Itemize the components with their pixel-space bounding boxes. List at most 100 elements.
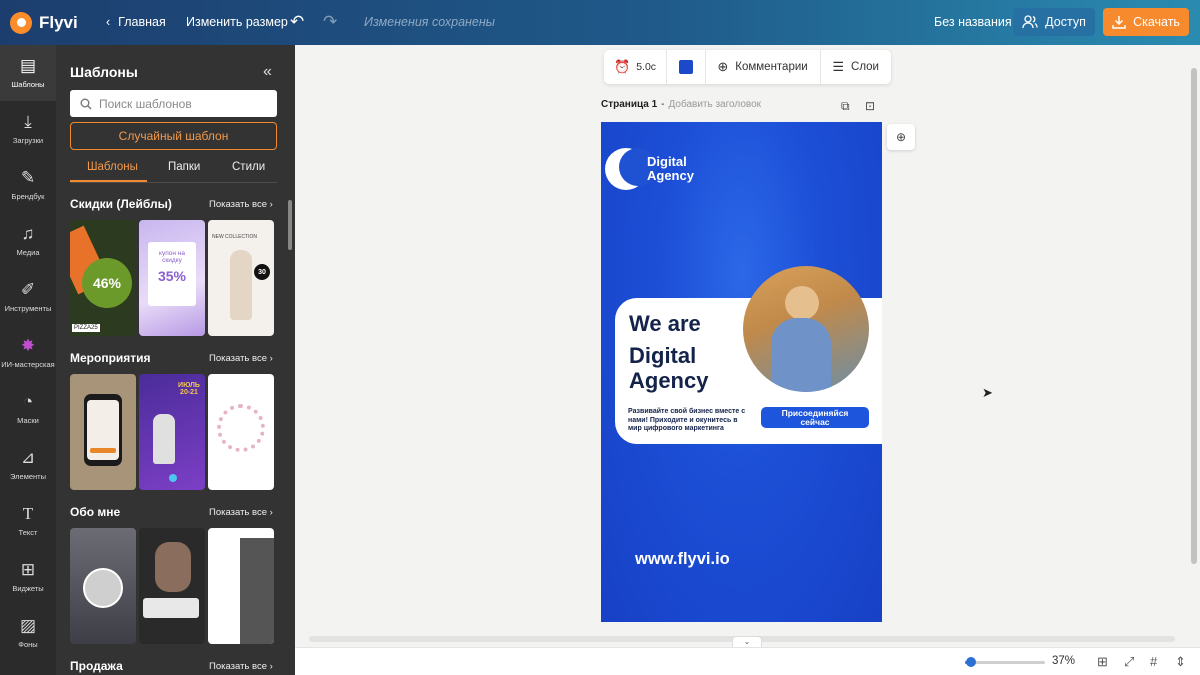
tab-folders[interactable]: Папки (168, 161, 200, 173)
rail-item-brandbook[interactable]: ✎ Брендбук (0, 157, 56, 213)
thumb-subtitle: купон на скидку (159, 250, 185, 264)
panel-scrollbar[interactable] (288, 200, 292, 250)
duplicate-page-icon[interactable]: ⧉ (841, 99, 850, 114)
app-logo[interactable]: Flyvi (10, 11, 78, 34)
headline-line3: Agency (629, 368, 709, 393)
body-text: Развивайте свой бизнес вместе с нами! Пр… (628, 408, 746, 432)
collapse-panel-icon[interactable]: « (263, 63, 272, 81)
undo-icon[interactable]: ↶ (290, 12, 304, 32)
template-thumb[interactable] (139, 528, 205, 644)
chevron-left-icon: ‹ (106, 15, 111, 29)
layers-label: Слои (851, 61, 879, 73)
template-thumb[interactable]: ИЮЛЬ 20-21 (139, 374, 205, 490)
rail-item-templates[interactable]: ▤ Шаблоны (0, 45, 56, 101)
template-thumb[interactable]: 46% PIZZA25 (70, 220, 136, 336)
color-swatch[interactable] (667, 60, 705, 74)
rail-label: Брендбук (11, 192, 45, 201)
rail-item-backgrounds[interactable]: ▨ Фоны (0, 605, 56, 661)
photo-head (785, 286, 819, 320)
show-all-sale[interactable]: Показать все › (209, 661, 273, 672)
home-link[interactable]: ‹ Главная (106, 15, 166, 29)
tab-templates[interactable]: Шаблоны (87, 161, 138, 173)
template-thumb[interactable] (70, 374, 136, 490)
show-all-discounts[interactable]: Показать все › (209, 199, 273, 210)
template-thumb[interactable] (70, 528, 136, 644)
show-all-about[interactable]: Показать все › (209, 507, 273, 518)
scroll-thumb[interactable] (1191, 68, 1197, 564)
random-template-button[interactable]: Случайный шаблон (70, 122, 277, 150)
chevron-right-icon: › (269, 199, 273, 210)
widgets-icon: ⊞ (20, 560, 36, 579)
rail-item-elements[interactable]: ⊿ Элементы (0, 437, 56, 493)
elements-icon: ⊿ (20, 448, 36, 467)
add-comment-button[interactable]: ⊕ (887, 124, 915, 150)
chevron-down-icon[interactable]: ⌄ (732, 636, 762, 647)
templates-icon: ▤ (19, 56, 37, 75)
chevron-right-icon: › (269, 353, 273, 364)
active-tab-indicator (70, 180, 147, 182)
document-name[interactable]: Без названия (934, 15, 1012, 29)
headline-line1: We are (629, 311, 701, 336)
comment-plus-icon: ⊕ (895, 130, 907, 144)
person-figure (153, 414, 175, 464)
rail-label: Шаблоны (11, 80, 45, 89)
download-button[interactable]: Скачать (1103, 8, 1189, 36)
thumb-percent: 46% (82, 258, 132, 308)
access-button[interactable]: Доступ (1013, 8, 1095, 36)
rail-label: Медиа (16, 248, 40, 257)
panel-title: Шаблоны (70, 64, 138, 80)
thumb-subtitle: NEW COLLECTION (212, 234, 258, 240)
rail-item-uploads[interactable]: ⤓ Загрузки (0, 101, 56, 157)
thumb-badge: 30 (254, 264, 270, 280)
show-all-label: Показать все (209, 199, 267, 210)
brandbook-icon: ✎ (20, 168, 36, 187)
photo-body (771, 318, 831, 392)
rail-item-widgets[interactable]: ⊞ Виджеты (0, 549, 56, 605)
access-label: Доступ (1045, 15, 1086, 29)
duration-button[interactable]: ⏰ 5.0с (604, 59, 666, 75)
layers-button[interactable]: ☰ Слои (820, 59, 891, 75)
add-page-icon[interactable]: ⊡ (865, 99, 875, 113)
redo-icon[interactable]: ↷ (323, 12, 337, 32)
zoom-slider[interactable] (965, 657, 1045, 667)
rail-item-tools[interactable]: ✐ Инструменты (0, 269, 56, 325)
text-icon: T (22, 504, 34, 523)
search-icon (80, 98, 92, 109)
alarm-clock-icon: ⏰ (614, 59, 631, 74)
layers-icon: ☰ (832, 59, 845, 74)
zoom-value[interactable]: 37% (1052, 655, 1075, 667)
canvas-vertical-scrollbar[interactable] (1188, 60, 1200, 640)
rail-item-media[interactable]: ♫ Медиа (0, 213, 56, 269)
portrait-shape (155, 542, 191, 592)
rail-item-masks[interactable]: ◔ Маски (0, 381, 56, 437)
chevron-right-icon: › (269, 507, 273, 518)
grid-view-icon[interactable]: ⊞ (1097, 654, 1108, 670)
floral-wreath (217, 404, 265, 452)
saved-status: Изменения сохранены (364, 15, 495, 29)
grid-lines-icon[interactable]: # (1150, 654, 1157, 669)
fit-height-icon[interactable]: ⇕ (1175, 654, 1186, 670)
rail-label: Загрузки (12, 136, 44, 145)
model-figure (230, 250, 252, 320)
search-input[interactable] (99, 96, 269, 111)
fullscreen-icon[interactable]: ⤢ (1124, 654, 1134, 670)
tab-styles[interactable]: Стили (232, 161, 265, 173)
headline-line2: Digital (629, 343, 697, 368)
comments-button[interactable]: ⊕ Комментарии (705, 59, 819, 75)
resize-button[interactable]: Изменить размер (186, 15, 288, 29)
canvas-toolbar: ⏰ 5.0с ⊕ Комментарии ☰ Слои (604, 50, 891, 84)
template-thumb[interactable]: NEW COLLECTION 30 (208, 220, 274, 336)
add-title-field[interactable]: Добавить заголовок (669, 99, 762, 110)
backgrounds-icon: ▨ (19, 616, 37, 635)
media-icon: ♫ (21, 224, 35, 243)
rail-item-ai-workshop[interactable]: ✸ ИИ-мастерская (0, 325, 56, 381)
template-thumb[interactable] (208, 528, 274, 644)
design-canvas[interactable]: Digital Agency We are Digital Agency Раз… (601, 122, 882, 622)
template-thumb[interactable]: купон на скидку 35% (139, 220, 205, 336)
rail-item-text[interactable]: T Текст (0, 493, 56, 549)
template-search[interactable] (70, 90, 277, 117)
logo-line1: Digital (647, 154, 687, 169)
show-all-events[interactable]: Показать все › (209, 353, 273, 364)
templates-panel: Шаблоны « Случайный шаблон Шаблоны Папки… (56, 45, 295, 675)
template-thumb[interactable] (208, 374, 274, 490)
